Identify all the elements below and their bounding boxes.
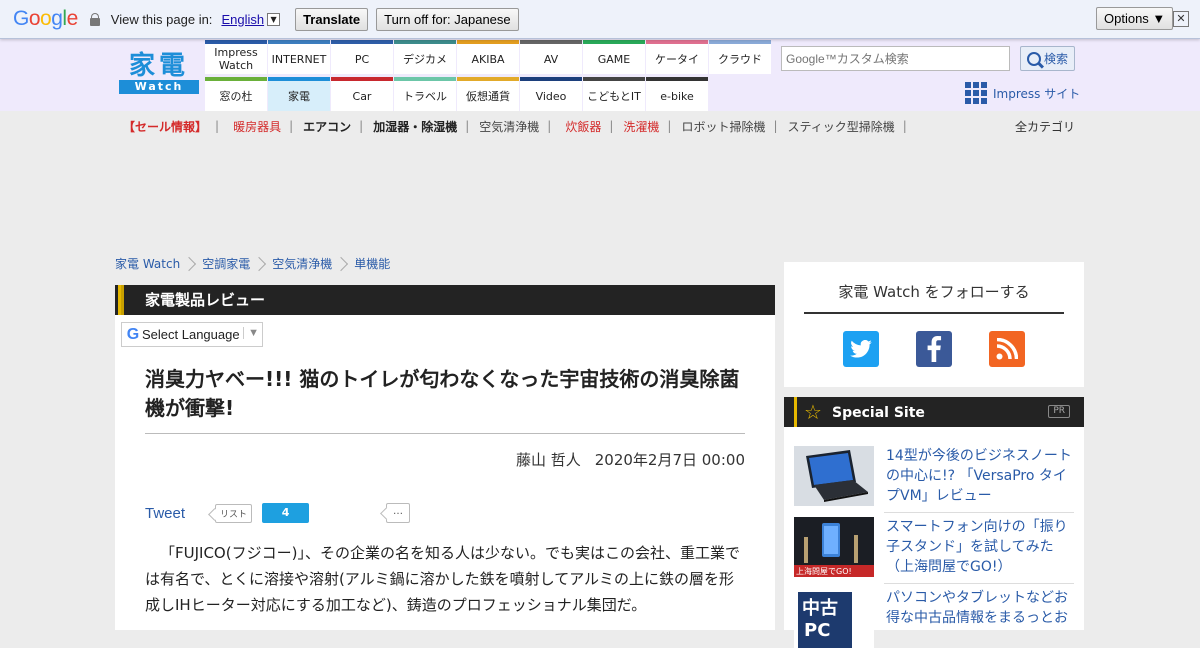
cat-rice-cooker[interactable]: 炊飯器 — [551, 118, 609, 135]
divider — [145, 433, 745, 434]
nav-madonomori[interactable]: 窓の杜 — [205, 77, 267, 111]
breadcrumb-item[interactable]: 空調家電 — [202, 255, 250, 272]
phone-stand-thumbnail: 上海問屋でGO! — [794, 517, 874, 577]
star-icon: ☆ — [804, 400, 822, 424]
breadcrumb-item[interactable]: 家電 Watch — [115, 255, 180, 272]
nav-cloud[interactable]: クラウド — [709, 40, 771, 74]
special-item[interactable]: 14型が今後のビジネスノートの中心に!? 「VersaPro タイプVM」レビュ… — [794, 446, 1074, 506]
nav-internet[interactable]: INTERNET — [268, 40, 330, 74]
more-button[interactable]: … — [386, 503, 411, 523]
turn-off-button[interactable]: Turn off for: Japanese — [376, 7, 519, 31]
nav-av[interactable]: AV — [520, 40, 582, 74]
search-icon — [1026, 51, 1041, 66]
cat-humidifier[interactable]: 加湿器・除湿機 — [363, 118, 465, 135]
hatena-count[interactable]: 4 — [262, 503, 310, 523]
nav-game[interactable]: GAME — [583, 40, 645, 74]
chevron-right-icon — [186, 256, 196, 272]
svg-text:上海問屋でGO!: 上海問屋でGO! — [796, 566, 852, 576]
cat-aircon[interactable]: エアコン — [293, 118, 359, 135]
chevron-down-icon[interactable]: ▼ — [267, 12, 281, 26]
cat-air-purifier[interactable]: 空気清浄機 — [469, 118, 547, 135]
nav-keitai[interactable]: ケータイ — [646, 40, 708, 74]
chevron-down-icon: ▼ — [243, 327, 259, 339]
chevron-right-icon — [338, 256, 348, 272]
search-button[interactable]: 検索 — [1020, 46, 1075, 71]
translate-button[interactable]: Translate — [295, 7, 369, 31]
hatena-list-button[interactable]: リスト — [215, 503, 253, 523]
article-body: 「FUJICO(フジコー)」、その企業の名を知る人は少ない。でも実はこの会社、重… — [145, 544, 740, 614]
section-heading: 家電製品レビュー — [115, 285, 775, 315]
cat-sale[interactable]: 【セール情報】 — [115, 118, 215, 135]
breadcrumb: 家電 Watch 空調家電 空気清浄機 単機能 — [115, 255, 390, 272]
nav-pc[interactable]: PC — [331, 40, 393, 74]
special-item-text: スマートフォン向けの「振り子スタンド」を試してみた（上海問屋でGO!） — [886, 519, 1068, 575]
special-item-text: パソコンやタブレットなどお得な中古品情報をまるっとお — [886, 590, 1068, 626]
impress-site-link[interactable]: Impress サイト — [965, 82, 1080, 104]
nav-impress-watch[interactable]: Impress Watch — [205, 40, 267, 74]
share-bar: Tweet リスト 4 … — [145, 502, 411, 524]
nav-kaden[interactable]: 家電 — [268, 77, 330, 111]
grid-icon — [965, 82, 987, 104]
cat-heater[interactable]: 暖房器具 — [219, 118, 289, 135]
all-categories-link[interactable]: 全カテゴリ — [1015, 118, 1075, 135]
site-nav: Impress Watch INTERNET PC デジカメ AKIBA AV … — [205, 40, 771, 111]
nav-akiba[interactable]: AKIBA — [457, 40, 519, 74]
special-site-heading: ☆ Special Site PR — [784, 397, 1084, 427]
special-item[interactable]: 中古 PC パソコンやタブレットなどお得な中古品情報をまるっとお — [794, 588, 1074, 648]
facebook-icon[interactable] — [916, 331, 952, 367]
nav-dejikame[interactable]: デジカメ — [394, 40, 456, 74]
special-item-text: 14型が今後のビジネスノートの中心に!? 「VersaPro タイプVM」レビュ… — [886, 448, 1072, 504]
cat-stick-vacuum[interactable]: スティック型掃除機 — [778, 118, 903, 135]
nav-ebike[interactable]: e-bike — [646, 77, 708, 111]
divider — [884, 512, 1074, 513]
nav-kodomo-it[interactable]: こどもとIT — [583, 77, 645, 111]
breadcrumb-item[interactable]: 単機能 — [354, 255, 390, 272]
author: 藤山 哲人 — [515, 451, 581, 469]
site-logo[interactable]: 家電 Watch — [119, 52, 199, 94]
used-pc-thumbnail: 中古 PC — [794, 588, 874, 648]
divider — [884, 583, 1074, 584]
language-select[interactable]: English — [221, 12, 264, 27]
cat-robot-vacuum[interactable]: ロボット掃除機 — [671, 118, 773, 135]
nav-car[interactable]: Car — [331, 77, 393, 111]
cat-washer[interactable]: 洗濯機 — [613, 118, 667, 135]
google-g-icon: G — [126, 325, 140, 343]
category-bar: 【セール情報】 | 暖房器具 | エアコン | 加湿器・除湿機 | 空気清浄機 | 炊飯器… — [115, 115, 1085, 137]
publish-date: 2020年2月7日 00:00 — [594, 451, 745, 469]
special-item[interactable]: 上海問屋でGO! スマートフォン向けの「振り子スタンド」を試してみた（上海問屋で… — [794, 517, 1074, 577]
nav-video[interactable]: Video — [520, 77, 582, 111]
pr-badge: PR — [1048, 405, 1070, 418]
article-title: 消臭力ヤベー!!! 猫のトイレが匂わなくなった宇宙技術の消臭除菌機が衝撃! — [145, 367, 740, 420]
twitter-icon[interactable] — [843, 331, 879, 367]
rss-icon[interactable] — [989, 331, 1025, 367]
svg-text:中古: 中古 — [802, 597, 838, 619]
google-logo: Google — [13, 7, 78, 30]
byline: 藤山 哲人 2020年2月7日 00:00 — [145, 449, 745, 470]
breadcrumb-item[interactable]: 空気清浄機 — [272, 255, 332, 272]
laptop-thumbnail — [794, 446, 874, 506]
search-input[interactable] — [781, 46, 1010, 71]
nav-crypto[interactable]: 仮想通貨 — [457, 77, 519, 111]
view-page-label: View this page in: — [110, 11, 213, 27]
chevron-right-icon — [256, 256, 266, 272]
select-language-dropdown[interactable]: G Select Language ▼ — [121, 322, 263, 347]
options-button[interactable]: Options ▼ — [1096, 7, 1174, 30]
close-icon[interactable]: ✕ — [1173, 11, 1189, 27]
google-translate-bar: Google View this page in: English ▼ Tran… — [0, 0, 1200, 39]
follow-title: 家電 Watch をフォローする — [804, 281, 1064, 314]
lock-icon — [89, 12, 100, 26]
nav-travel[interactable]: トラベル — [394, 77, 456, 111]
svg-text:PC: PC — [804, 620, 830, 641]
tweet-button[interactable]: Tweet — [145, 505, 185, 522]
